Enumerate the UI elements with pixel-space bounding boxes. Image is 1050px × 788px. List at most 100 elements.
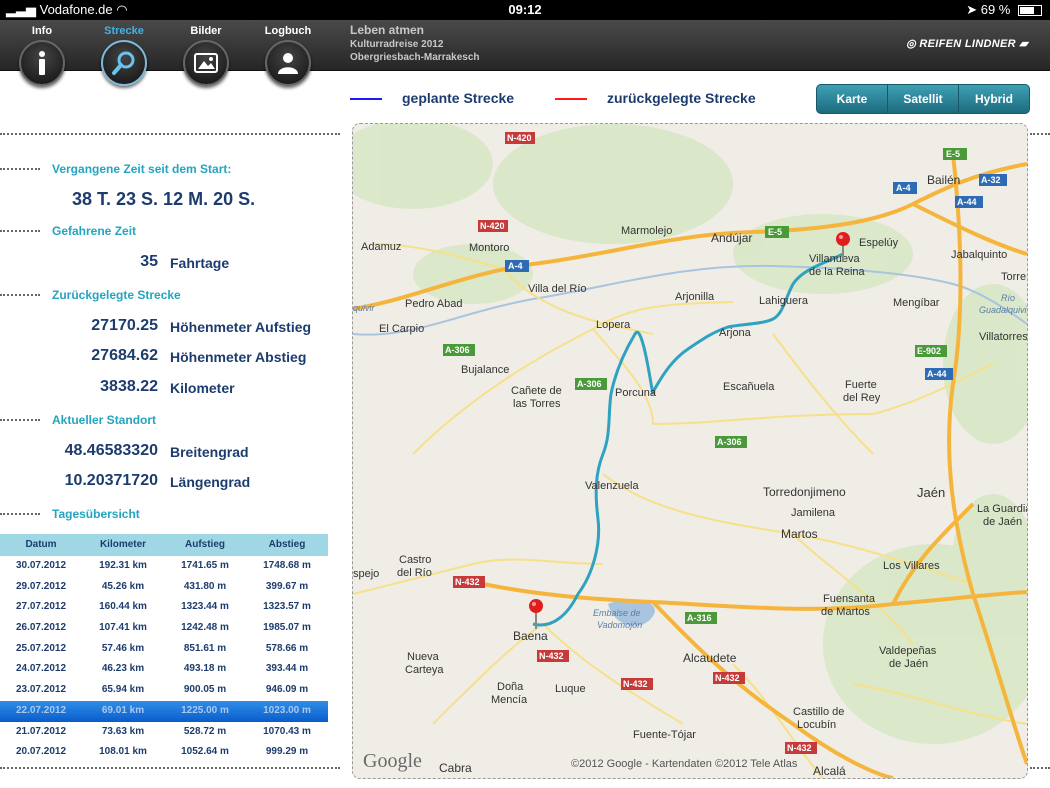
table-row[interactable]: 25.07.2012 57.46 km 851.61 m 578.66 m [0, 639, 328, 660]
table-row[interactable]: 21.07.2012 73.63 km 528.72 m 1070.43 m [0, 722, 328, 743]
road-n432-shield: N-432 [455, 577, 480, 587]
kilometer-label: Kilometer [170, 380, 235, 396]
table-cell: 26.07.2012 [15, 622, 67, 634]
table-row[interactable]: 26.07.2012 107.41 km 1242.48 m 1985.07 m [0, 618, 328, 639]
divider [0, 294, 40, 296]
place-label: Jamilena [791, 507, 836, 519]
table-cell: 107.41 km [99, 622, 147, 634]
app-title: Leben atmen [350, 23, 425, 37]
place-label: Martos [781, 527, 818, 541]
divider [0, 168, 40, 170]
table-cell: 1323.44 m [181, 601, 229, 613]
place-label: Bujalance [461, 364, 509, 376]
tire-icon: ◎ [906, 38, 917, 50]
divider [0, 133, 340, 135]
road-a4-shield: A-4 [896, 183, 911, 193]
map-type-satellit-button[interactable]: Satellit [887, 85, 958, 113]
table-row[interactable]: 30.07.2012 192.31 km 1741.65 m 1748.68 m [0, 556, 328, 577]
place-label: quivir [353, 303, 376, 313]
table-row[interactable]: 24.07.2012 46.23 km 493.18 m 393.44 m [0, 659, 328, 680]
longitude-label: Längengrad [170, 474, 251, 490]
app-subtitle: Kulturradreise 2012 [350, 39, 444, 50]
divider [0, 419, 40, 421]
top-navigation-bar: Info Strecke Bilder Logbuch Leben atmen … [0, 20, 1050, 86]
tab-bilder[interactable]: Bilder [171, 20, 241, 86]
table-row[interactable]: 23.07.2012 65.94 km 900.05 m 946.09 m [0, 680, 328, 701]
table-cell: 108.01 km [99, 746, 147, 758]
table-cell: 431.80 m [183, 580, 227, 592]
road-a32-shield: A-32 [981, 175, 1001, 185]
road-a4-shield-2: A-4 [508, 261, 523, 271]
place-label: Mencía [491, 694, 528, 706]
table-row[interactable]: 29.07.2012 45.26 km 431.80 m 399.67 m [0, 577, 328, 598]
col-header-aufstieg: Aufstieg [185, 539, 225, 550]
table-cell: 69.01 km [101, 704, 145, 716]
route-map[interactable]: N-420 N-420 E-5 E-5 A-4 A-4 A-32 A-44 A-… [352, 123, 1028, 779]
road-n432-shield-4: N-432 [715, 673, 740, 683]
road-a306-shield-2: A-306 [577, 379, 602, 389]
table-cell: 900.05 m [183, 684, 227, 696]
map-type-hybrid-button[interactable]: Hybrid [958, 85, 1029, 113]
app-route: Obergriesbach-Marrakesch [350, 52, 480, 63]
place-label: Locubín [797, 719, 836, 731]
ascent-value: 27170.25 [91, 317, 158, 334]
place-label: Andújar [711, 231, 752, 245]
google-logo: Google [363, 750, 422, 772]
place-label: Cabra [439, 761, 472, 775]
legend-traveled-label: zurückgelegte Strecke [607, 90, 756, 106]
place-label: Fuensanta [823, 593, 876, 605]
tab-info[interactable]: Info [7, 20, 77, 86]
table-cell: 1985.07 m [263, 622, 311, 634]
driving-days-label: Fahrtage [170, 255, 230, 271]
place-label: Adamuz [361, 241, 401, 253]
table-row[interactable]: 27.07.2012 160.44 km 1323.44 m 1323.57 m [0, 597, 328, 618]
place-label: Mengíbar [893, 297, 940, 309]
place-label: Doña [497, 681, 524, 693]
road-n420-shield: N-420 [507, 133, 532, 143]
place-label: Villa del Río [528, 283, 587, 295]
tab-logbuch[interactable]: Logbuch [253, 20, 323, 86]
driving-days-value: 35 [140, 253, 158, 270]
table-cell: 22.07.2012 [15, 704, 67, 716]
table-row[interactable]: 20.07.2012 108.01 km 1052.64 m 999.29 m [0, 742, 328, 763]
battery-percent: 69 % [980, 2, 1011, 17]
place-label: Jabalquinto [951, 249, 1007, 261]
place-label: Río [1001, 293, 1015, 303]
place-label: Baena [513, 629, 548, 643]
place-label: Valdepeñas [879, 645, 937, 657]
map-type-karte-button[interactable]: Karte [817, 85, 887, 113]
table-cell: 851.61 m [183, 642, 227, 654]
battery-icon [1018, 5, 1042, 17]
table-cell: 45.26 km [101, 580, 145, 592]
table-cell: 160.44 km [99, 601, 147, 613]
road-a44-shield: A-44 [957, 197, 977, 207]
place-label: Espelúy [859, 237, 899, 249]
table-cell: 23.07.2012 [15, 684, 67, 696]
place-label: Valenzuela [585, 480, 639, 492]
place-label: Pedro Abad [405, 298, 463, 310]
brand-logo: ◎ REIFEN LINDNER ▰ [906, 37, 1028, 50]
place-label: Fuerte [845, 379, 877, 391]
place-label: Fuente-Tójar [633, 729, 696, 741]
place-label: Villatorres [979, 331, 1027, 343]
place-label: Jaén [917, 485, 945, 500]
distance-title: Zurückgelegte Strecke [52, 288, 181, 302]
table-row[interactable]: 22.07.2012 69.01 km 1225.00 m 1023.00 m [0, 700, 328, 722]
road-a316-shield: A-316 [687, 613, 712, 623]
road-e902-shield: E-902 [917, 346, 941, 356]
tab-strecke[interactable]: Strecke [89, 20, 159, 86]
place-label: de Martos [821, 606, 870, 618]
place-label: Luque [555, 683, 586, 695]
road-e5-shield-2: E-5 [768, 227, 782, 237]
table-cell: 1741.65 m [181, 560, 229, 571]
table-cell: 1070.43 m [263, 725, 311, 737]
table-cell: 24.07.2012 [15, 663, 67, 675]
table-cell: 1748.68 m [263, 560, 311, 571]
descent-value: 27684.62 [91, 347, 158, 364]
location-arrow-icon: ➤ [966, 2, 978, 17]
place-label: Torre [1001, 271, 1026, 283]
place-label: Lopera [596, 319, 631, 331]
brand-name: REIFEN LINDNER [919, 38, 1016, 50]
col-header-kilometer: Kilometer [99, 539, 147, 550]
road-a306-shield: A-306 [445, 345, 470, 355]
